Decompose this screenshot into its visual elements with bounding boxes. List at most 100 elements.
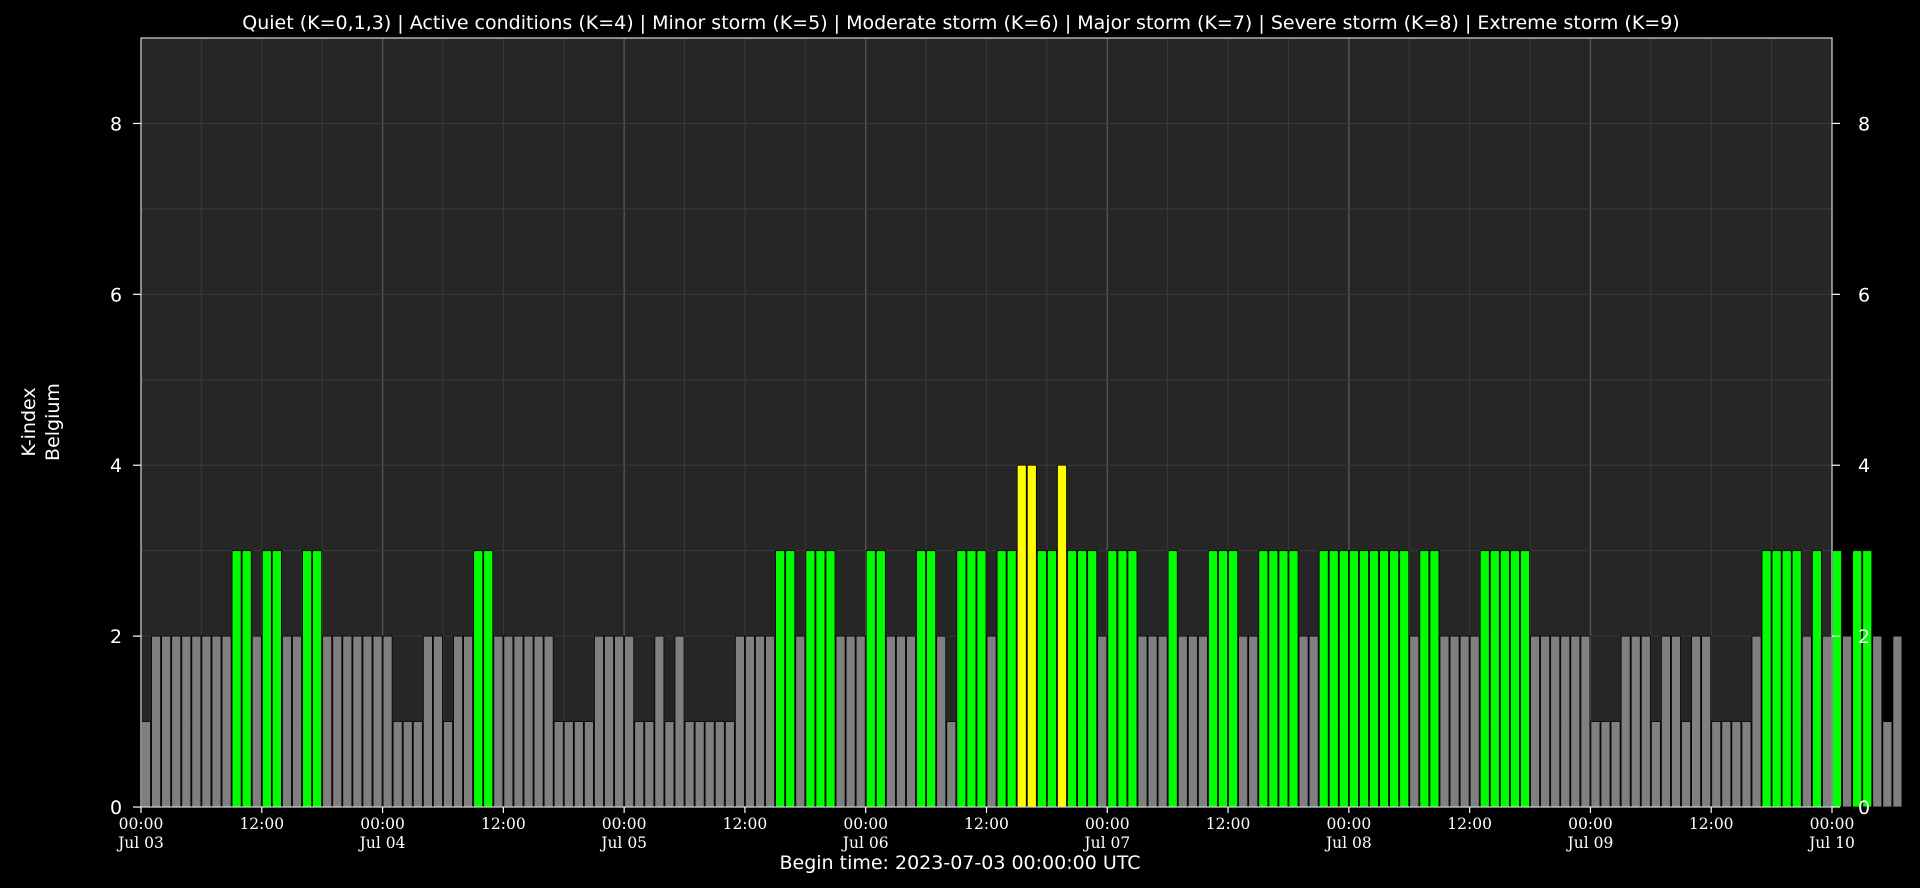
k-index-bar <box>805 550 816 808</box>
k-index-bar <box>1459 635 1470 808</box>
k-index-bar <box>1107 550 1118 808</box>
y-axis-label-line2: Belgium <box>42 383 64 461</box>
k-index-bar <box>654 635 665 808</box>
k-index-bar <box>1671 635 1681 808</box>
x-tick-time: 12:00 <box>1689 815 1734 833</box>
k-index-bar <box>1600 721 1611 808</box>
k-index-bar <box>1288 550 1299 808</box>
k-index-bar <box>775 550 786 808</box>
k-index-bar <box>1781 550 1792 808</box>
chart-title: Quiet (K=0,1,3) | Active conditions (K=4… <box>242 12 1679 34</box>
k-index-bar <box>966 550 977 808</box>
k-index-bar <box>1449 635 1460 808</box>
k-index-bar <box>694 721 705 808</box>
k-index-bar <box>1197 635 1208 808</box>
k-index-bar <box>1761 550 1772 808</box>
k-index-bar <box>875 550 886 808</box>
k-index-bar <box>1882 721 1893 808</box>
x-tick-time: 12:00 <box>1206 815 1251 833</box>
x-tick-time: 00:00 <box>119 815 164 833</box>
k-index-bar <box>1409 635 1420 808</box>
k-index-bar <box>1580 635 1591 808</box>
k-index-bar <box>1147 635 1158 808</box>
k-index-bar <box>1046 550 1057 808</box>
k-index-bar <box>151 635 162 808</box>
k-index-bar <box>302 550 313 808</box>
k-index-bar <box>594 635 604 808</box>
k-index-bar <box>1308 635 1319 808</box>
k-index-bar <box>996 550 1007 808</box>
k-index-bar <box>1137 635 1148 808</box>
k-index-bar <box>684 721 695 808</box>
y-tick-label-left: 8 <box>110 113 122 135</box>
k-index-bar <box>211 635 222 808</box>
y-tick-label-left: 4 <box>110 455 122 477</box>
k-index-bar <box>1540 635 1551 808</box>
k-index-bar <box>1842 635 1853 808</box>
k-index-bar <box>986 635 997 808</box>
y-tick-label-right: 0 <box>1858 797 1870 819</box>
k-index-bar <box>1187 635 1198 808</box>
y-tick-label-left: 6 <box>110 284 122 306</box>
k-index-bar <box>936 635 947 808</box>
k-index-bar <box>1248 635 1259 808</box>
k-index-bar <box>523 635 534 808</box>
k-index-bar <box>916 550 927 808</box>
k-index-bar <box>422 635 433 808</box>
k-index-bar <box>1278 550 1289 808</box>
k-index-bar <box>161 635 172 808</box>
k-index-bar <box>533 635 544 808</box>
k-index-bar <box>1036 550 1047 808</box>
x-tick-time: 12:00 <box>964 815 1009 833</box>
k-index-bar <box>1359 550 1369 808</box>
k-index-bar <box>432 635 443 808</box>
k-index-bar <box>563 721 574 808</box>
y-tick-label-right: 8 <box>1858 113 1870 135</box>
k-index-bar <box>1862 550 1873 808</box>
k-index-bar <box>1127 550 1138 808</box>
k-index-bar <box>1238 635 1249 808</box>
k-index-bar <box>714 721 725 808</box>
k-index-bar <box>191 635 202 808</box>
k-index-bar <box>483 550 494 808</box>
k-index-bar <box>372 635 383 808</box>
k-index-bar <box>241 550 252 808</box>
k-index-bar <box>1660 635 1671 808</box>
k-index-bar <box>382 635 393 808</box>
k-index-bar <box>362 635 373 808</box>
k-index-bar <box>543 635 554 808</box>
k-index-bar <box>1157 635 1168 808</box>
k-index-bar <box>392 721 403 808</box>
k-index-bar <box>1218 550 1228 808</box>
k-index-bar <box>1892 635 1903 808</box>
k-index-bar <box>1067 550 1077 808</box>
k-index-bar <box>221 635 232 808</box>
x-tick-time: 00:00 <box>360 815 405 833</box>
k-index-bar <box>855 635 866 808</box>
k-index-bar <box>1570 635 1581 808</box>
k-index-bar <box>292 635 302 808</box>
y-tick-label-right: 4 <box>1858 455 1870 477</box>
k-index-bar <box>171 635 182 808</box>
x-tick-date: Jul 06 <box>841 834 889 852</box>
k-index-bar <box>1731 721 1742 808</box>
k-index-bar <box>976 550 987 808</box>
x-tick-time: 00:00 <box>1085 815 1130 833</box>
k-index-bar <box>926 550 937 808</box>
k-index-bar <box>1006 550 1017 808</box>
k-index-bar <box>1338 550 1349 808</box>
k-index-bar <box>1852 550 1863 808</box>
k-index-bar <box>1208 550 1218 808</box>
x-tick-time: 00:00 <box>1810 815 1855 833</box>
y-tick-label-left: 2 <box>110 626 122 648</box>
k-index-bar <box>1419 550 1430 808</box>
k-index-bar <box>1640 635 1651 808</box>
k-index-bar <box>141 721 151 808</box>
k-index-bar <box>1681 721 1691 808</box>
k-index-bar <box>463 635 474 808</box>
k-index-bar <box>1389 550 1400 808</box>
k-index-bar <box>795 635 806 808</box>
k-index-bar <box>1751 635 1762 808</box>
k-index-bar <box>231 550 242 808</box>
k-index-bar <box>443 721 453 808</box>
